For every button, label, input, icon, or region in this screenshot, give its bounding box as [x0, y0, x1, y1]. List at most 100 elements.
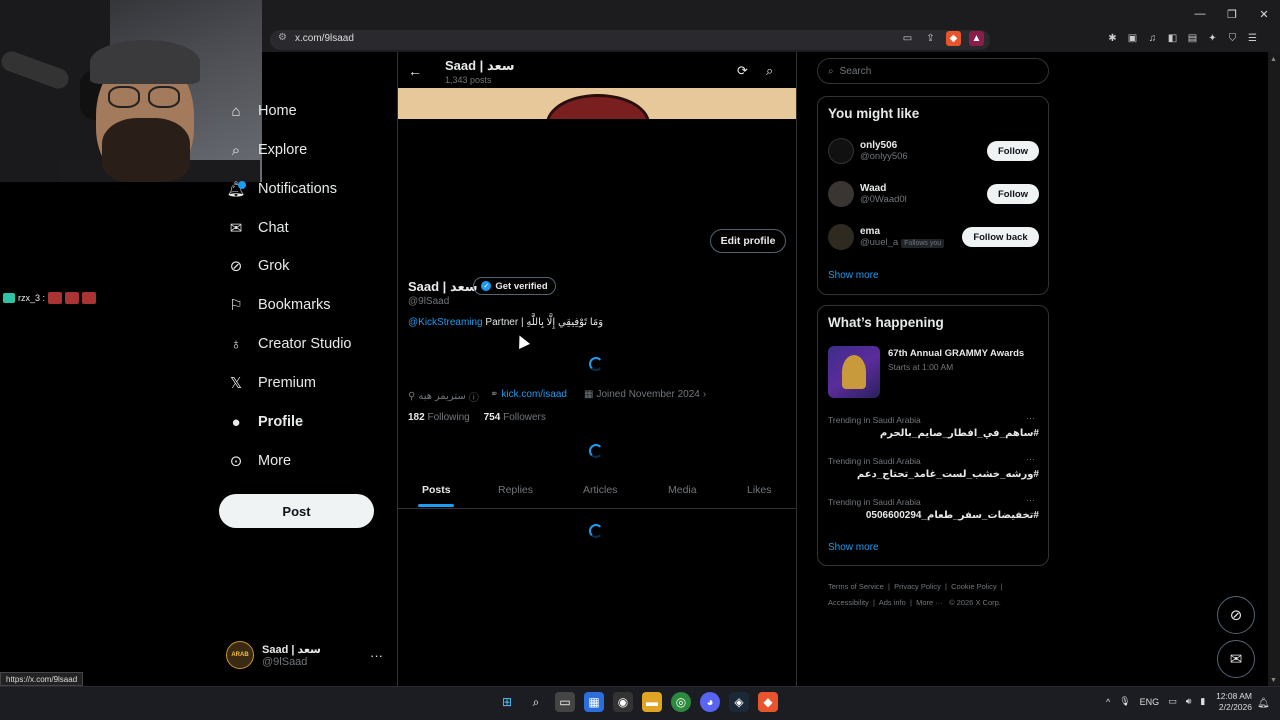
privacy-link[interactable]: Privacy Policy: [894, 582, 941, 591]
tab-articles[interactable]: Articles: [583, 484, 617, 496]
wallet-icon[interactable]: ▣: [1125, 31, 1140, 46]
url-box[interactable]: [270, 30, 990, 50]
suggestion-row[interactable]: ema @uuel_a Follows you: [828, 224, 945, 250]
clock[interactable]: 12:08 AM 2/2/2026: [1210, 691, 1252, 713]
minimize-icon[interactable]: —: [1184, 0, 1216, 28]
microphone-icon[interactable]: 🎙︎: [1119, 696, 1130, 707]
scroll-down-icon[interactable]: ▼: [1270, 677, 1277, 684]
tabs-divider: [398, 508, 796, 509]
scrollbar[interactable]: [1268, 52, 1280, 686]
nav-notifications[interactable]: 🔔︎ Notifications: [226, 174, 337, 204]
messages-fab-icon[interactable]: ✉: [1217, 640, 1255, 678]
accessibility-link[interactable]: Accessibility: [828, 598, 869, 607]
rewards-icon[interactable]: ▲: [969, 31, 984, 46]
profile-website[interactable]: ⚭ kick.com/isaad: [490, 389, 567, 400]
brave-icon[interactable]: ◆: [758, 692, 778, 712]
nav-bookmarks[interactable]: ⚐ Bookmarks: [226, 290, 330, 320]
tab-replies[interactable]: Replies: [498, 484, 533, 496]
suggestion-row[interactable]: only506 @onlyy506: [828, 138, 908, 164]
profile-banner[interactable]: [398, 88, 796, 119]
chevron-up-icon[interactable]: ^: [1106, 697, 1110, 707]
steam-icon[interactable]: ◈: [729, 692, 749, 712]
windows-start-icon[interactable]: ⊞: [497, 692, 517, 712]
search-input[interactable]: ⌕ Search: [817, 58, 1049, 84]
nav-grok[interactable]: ⊘ Grok: [226, 251, 290, 281]
follow-button[interactable]: Follow: [987, 184, 1039, 204]
event-image[interactable]: [828, 346, 880, 398]
suggestion-row[interactable]: Waad @0Waad0l: [828, 181, 907, 207]
url-text[interactable]: x.com/9lsaad: [295, 33, 354, 44]
terms-link[interactable]: Terms of Service: [828, 582, 884, 591]
file-explorer-icon[interactable]: ▬: [642, 692, 662, 712]
close-icon[interactable]: ✕: [1248, 0, 1280, 28]
show-more-link[interactable]: Show more: [828, 542, 879, 553]
store-icon[interactable]: ▦: [584, 692, 604, 712]
edit-profile-button[interactable]: Edit profile: [710, 229, 786, 253]
extensions-icon[interactable]: ✱: [1105, 31, 1120, 46]
following-link[interactable]: 182 Following: [408, 412, 470, 423]
trend-more-icon[interactable]: ···: [1026, 495, 1035, 505]
get-verified-button[interactable]: ✓ Get verified: [473, 277, 556, 295]
account-more-icon[interactable]: ···: [370, 648, 383, 663]
show-more-link[interactable]: Show more: [828, 270, 879, 281]
nav-premium[interactable]: 𝕏 Premium: [226, 368, 316, 398]
nav-home[interactable]: ⌂ Home: [226, 96, 297, 126]
sidebar-icon[interactable]: ◧: [1165, 31, 1180, 46]
nav-label: Home: [258, 103, 297, 119]
event-title[interactable]: 67th Annual GRAMMY Awards: [888, 348, 1024, 359]
tab-media[interactable]: Media: [668, 484, 697, 496]
task-view-icon[interactable]: ▭: [555, 692, 575, 712]
nav-creator-studio[interactable]: ♁ Creator Studio: [226, 329, 351, 359]
search-icon[interactable]: ⌕: [766, 63, 773, 79]
system-tray: ^ 🎙︎ ENG ▭ 🔊︎ ▮: [1106, 696, 1205, 707]
grok-fab-icon[interactable]: ⊘: [1217, 596, 1255, 634]
ads-info-link[interactable]: Ads info: [879, 598, 906, 607]
nav-chat[interactable]: ✉ Chat: [226, 213, 289, 243]
follow-back-button[interactable]: Follow back: [962, 227, 1039, 247]
music-icon[interactable]: ♫: [1145, 31, 1160, 46]
brave-shields-icon[interactable]: ◆: [946, 31, 961, 46]
more-link[interactable]: More ···: [916, 598, 943, 607]
search-icon[interactable]: ⌕: [526, 692, 546, 712]
get-verified-label: Get verified: [495, 280, 548, 292]
cookie-link[interactable]: Cookie Policy: [951, 582, 996, 591]
language-indicator[interactable]: ENG: [1140, 697, 1160, 707]
follow-button[interactable]: Follow: [987, 141, 1039, 161]
nav-more[interactable]: ⊙ More: [226, 446, 291, 476]
website-link[interactable]: kick.com/isaad: [501, 389, 567, 400]
tab-likes[interactable]: Likes: [747, 484, 772, 496]
bio-mention-link[interactable]: @KickStreaming: [408, 317, 483, 328]
tab-posts[interactable]: Posts: [422, 484, 451, 496]
site-settings-icon[interactable]: ⚙: [278, 32, 287, 43]
share-icon[interactable]: ⇪: [923, 31, 938, 46]
notification-bell-icon[interactable]: 🔔︎: [1257, 698, 1270, 709]
followers-link[interactable]: 754 Followers: [484, 412, 546, 423]
wallet2-icon[interactable]: ▤: [1185, 31, 1200, 46]
post-button[interactable]: Post: [219, 494, 374, 528]
nav-profile[interactable]: ● Profile: [226, 407, 303, 437]
menu-icon[interactable]: ☰: [1245, 31, 1260, 46]
home-icon: ⌂: [231, 102, 241, 120]
trend-tag[interactable]: #ساهم_في_افطار_صايم_بالحرم: [827, 428, 1039, 439]
cast-icon[interactable]: ▭: [900, 31, 915, 46]
trend-tag[interactable]: #تخفيضات_سفر_طعام_0506600294: [827, 510, 1039, 521]
trend-tag[interactable]: #ورشه_خشب_لست_غامد_تحتاج_دعم: [827, 469, 1039, 480]
nav-label: Explore: [258, 142, 308, 158]
discord-icon[interactable]: ◕: [700, 692, 720, 712]
trend-more-icon[interactable]: ···: [1026, 413, 1035, 423]
nav-explore[interactable]: ⌕ Explore: [226, 135, 307, 165]
scroll-up-icon[interactable]: ▲: [1270, 56, 1277, 63]
vpn-icon[interactable]: ⛉: [1225, 31, 1240, 46]
profile-joined[interactable]: ▦ Joined November 2024 ›: [584, 389, 706, 400]
chrome-icon[interactable]: ◎: [671, 692, 691, 712]
obs-icon[interactable]: ◉: [613, 692, 633, 712]
volume-icon[interactable]: 🔊︎: [1186, 696, 1192, 707]
leo-icon[interactable]: ✦: [1205, 31, 1220, 46]
back-arrow-icon[interactable]: ←: [408, 63, 422, 79]
battery-icon[interactable]: ▮: [1200, 696, 1205, 707]
maximize-icon[interactable]: ❐: [1216, 0, 1248, 28]
account-switcher[interactable]: ARAB Saad | سعد @9lSaad: [226, 641, 321, 669]
network-icon[interactable]: ▭: [1168, 696, 1177, 707]
refresh-icon[interactable]: ⟳: [737, 63, 748, 79]
trend-more-icon[interactable]: ···: [1026, 454, 1035, 464]
